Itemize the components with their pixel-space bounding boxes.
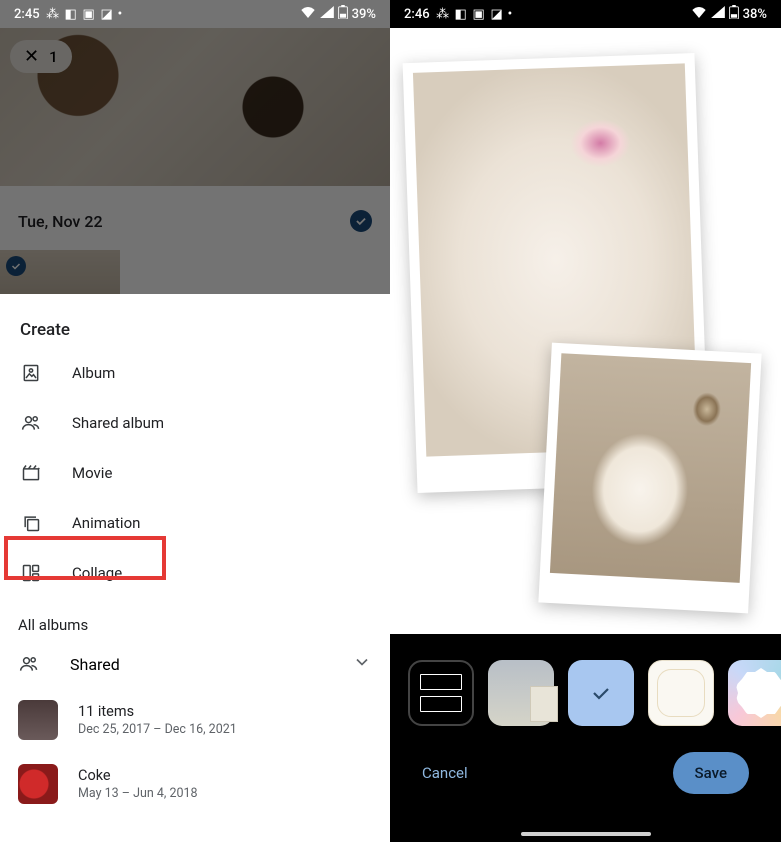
close-icon[interactable]: ✕ xyxy=(24,46,39,67)
collage-photo-2[interactable] xyxy=(538,343,761,614)
shared-icon xyxy=(18,653,40,675)
status-time: 2:46 xyxy=(404,7,430,22)
editor-bottom-bar: Cancel Save xyxy=(390,634,781,842)
menu-item-album[interactable]: Album xyxy=(0,348,390,398)
more-icon: • xyxy=(508,7,513,22)
photos-create-sheet-screen: ✕ 1 Tue, Nov 22 2:45 ⁂ ◧ ▣ ◪ • xyxy=(0,0,390,842)
signal-icon xyxy=(711,6,725,22)
battery-percent: 38% xyxy=(743,7,767,22)
save-button[interactable]: Save xyxy=(673,752,749,794)
nav-handle[interactable] xyxy=(521,832,651,836)
movie-icon xyxy=(20,462,42,484)
template-flower[interactable] xyxy=(728,660,781,726)
album-thumbnail xyxy=(18,764,58,804)
album-thumbnail xyxy=(18,700,58,740)
sheet-title: Create xyxy=(0,316,390,348)
template-strip[interactable] xyxy=(390,634,781,726)
menu-item-label: Animation xyxy=(72,514,140,532)
template-selected[interactable] xyxy=(568,660,634,726)
create-bottom-sheet: Create Album Shared album Movie xyxy=(0,294,390,842)
menu-item-label: Movie xyxy=(72,464,112,482)
more-icon: • xyxy=(118,7,123,22)
wifi-icon xyxy=(691,6,707,22)
album-subtitle: Dec 25, 2017 – Dec 16, 2021 xyxy=(78,722,237,737)
cancel-button[interactable]: Cancel xyxy=(422,764,468,782)
template-grid[interactable] xyxy=(408,660,474,726)
collage-canvas[interactable] xyxy=(390,28,781,634)
selection-header[interactable]: ✕ 1 xyxy=(10,40,72,73)
thumbnail-check-icon[interactable] xyxy=(6,256,26,276)
action-row: Cancel Save xyxy=(390,726,781,794)
menu-item-animation[interactable]: Animation xyxy=(0,498,390,548)
menu-item-collage[interactable]: Collage xyxy=(0,548,390,598)
date-header-row[interactable]: Tue, Nov 22 xyxy=(0,210,390,232)
status-app-icons: ⁂ ◧ ▣ ◪ • xyxy=(46,7,123,22)
album-title: Coke xyxy=(78,767,198,784)
all-albums-title: All albums xyxy=(0,598,390,640)
shared-row[interactable]: Shared xyxy=(0,640,390,688)
status-bar: 2:46 ⁂ ◧ ▣ ◪ • 38% xyxy=(390,0,781,28)
battery-icon xyxy=(729,5,739,23)
selection-count: 1 xyxy=(49,48,58,66)
album-subtitle: May 13 – Jun 4, 2018 xyxy=(78,786,198,801)
chevron-down-icon xyxy=(352,652,372,676)
battery-icon xyxy=(338,5,348,23)
slack-icon: ⁂ xyxy=(46,7,60,21)
status-time: 2:45 xyxy=(14,7,40,22)
notification-icon: ▣ xyxy=(472,7,486,21)
menu-item-label: Collage xyxy=(72,564,122,582)
album-row[interactable]: 11 items Dec 25, 2017 – Dec 16, 2021 xyxy=(0,688,390,752)
collage-editor-screen: 2:46 ⁂ ◧ ▣ ◪ • 38% xyxy=(390,0,781,842)
signal-icon xyxy=(320,6,334,22)
shared-album-icon xyxy=(20,412,42,434)
create-menu-list: Album Shared album Movie Animation xyxy=(0,348,390,598)
messenger-icon: ◧ xyxy=(64,7,78,21)
template-overlap[interactable] xyxy=(488,660,554,726)
status-bar: 2:45 ⁂ ◧ ▣ ◪ • 39% xyxy=(0,0,390,28)
slack-icon: ⁂ xyxy=(436,7,450,21)
app-icon: ◪ xyxy=(100,7,114,21)
date-label: Tue, Nov 22 xyxy=(18,212,103,231)
album-row[interactable]: Coke May 13 – Jun 4, 2018 xyxy=(0,752,390,816)
animation-icon xyxy=(20,512,42,534)
menu-item-label: Album xyxy=(72,364,115,382)
collage-icon xyxy=(20,562,42,584)
album-title: 11 items xyxy=(78,703,237,720)
battery-percent: 39% xyxy=(352,7,376,22)
album-icon xyxy=(20,362,42,384)
menu-item-movie[interactable]: Movie xyxy=(0,448,390,498)
messenger-icon: ◧ xyxy=(454,7,468,21)
check-icon xyxy=(589,681,613,705)
menu-item-shared-album[interactable]: Shared album xyxy=(0,398,390,448)
status-app-icons: ⁂ ◧ ▣ ◪ • xyxy=(436,7,513,22)
shared-label: Shared xyxy=(70,655,120,674)
menu-item-label: Shared album xyxy=(72,414,164,432)
select-all-check-icon[interactable] xyxy=(350,210,372,232)
app-icon: ◪ xyxy=(490,7,504,21)
wifi-icon xyxy=(300,6,316,22)
template-rounded[interactable] xyxy=(648,660,714,726)
notification-icon: ▣ xyxy=(82,7,96,21)
